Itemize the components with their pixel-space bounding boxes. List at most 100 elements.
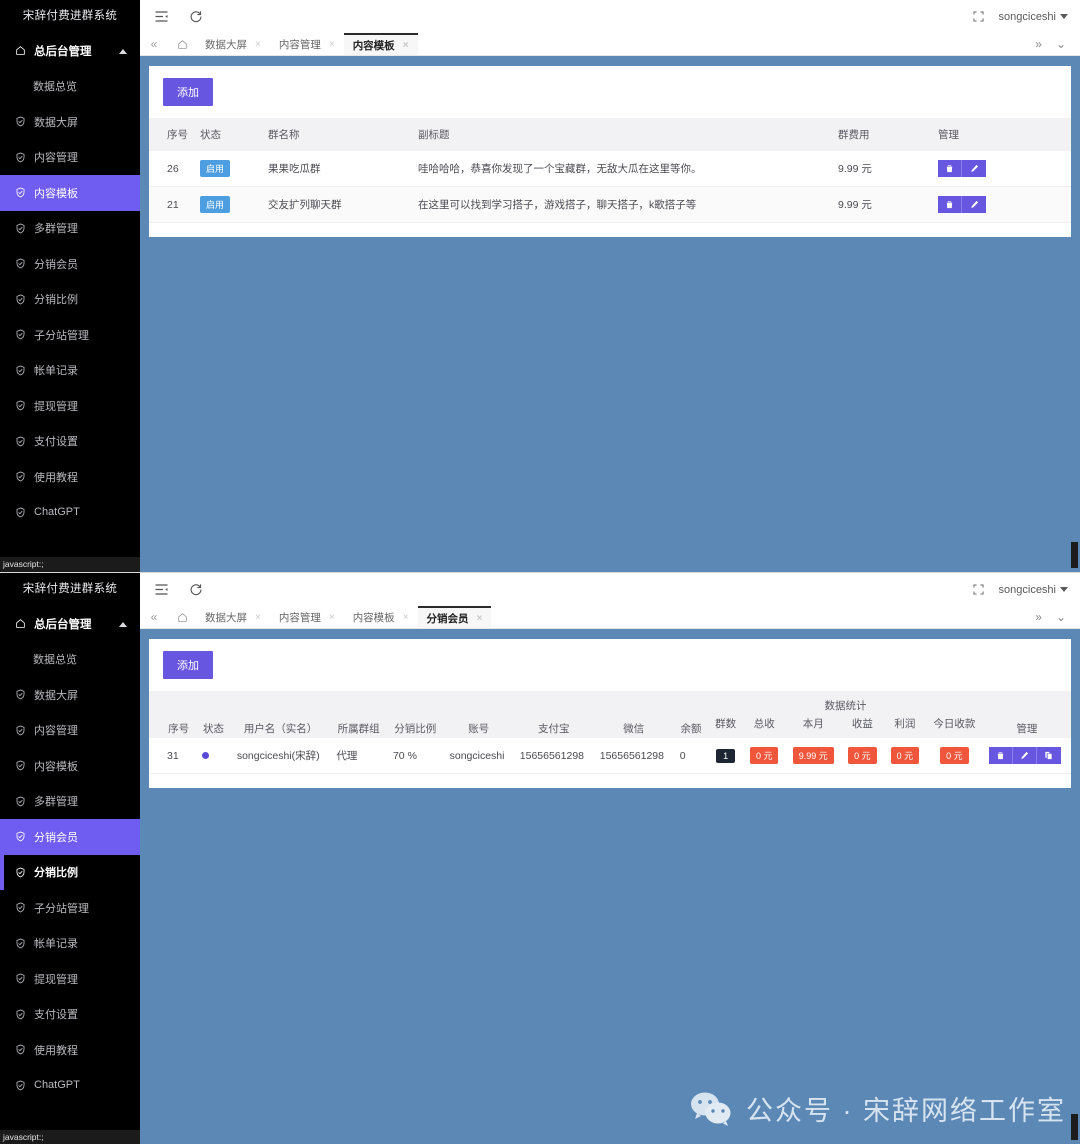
sidebar-item-7[interactable]: 分销比例: [0, 854, 140, 891]
column-header-5: 账号: [443, 691, 514, 738]
distribution-member-table: 序号 状态 用户名（实名） 所属群组 分销比例 账号 支付宝 微信 余额 数据统计 管理 群数 总收 本月…: [149, 691, 1071, 774]
sidebar-item-3[interactable]: 内容管理: [0, 140, 140, 176]
sidebar-item-13[interactable]: ChatGPT: [0, 1068, 140, 1104]
tab-2[interactable]: 内容模板 ×: [343, 606, 418, 628]
sidebar-item-2[interactable]: 数据大屏: [0, 104, 140, 140]
delete-icon[interactable]: [938, 160, 962, 177]
sidebar-item-2[interactable]: 数据大屏: [0, 677, 140, 713]
sidebar-item-8[interactable]: 子分站管理: [0, 317, 140, 353]
tab-close-icon[interactable]: ×: [329, 612, 335, 623]
menu-collapse-icon[interactable]: [154, 582, 169, 597]
refresh-icon[interactable]: [189, 583, 203, 597]
sidebar-item-0[interactable]: 总后台管理: [0, 33, 140, 69]
sidebar-item-3[interactable]: 内容管理: [0, 713, 140, 749]
edit-icon[interactable]: [962, 196, 986, 213]
column-group-header-stats: 数据统计: [708, 691, 983, 715]
browser-status-bar: javascript:;: [0, 557, 140, 572]
tab-close-icon[interactable]: ×: [255, 612, 261, 623]
sidebar-item-11[interactable]: 支付设置: [0, 997, 140, 1033]
scrollbar-thumb-1[interactable]: [1071, 542, 1078, 568]
home-outline-icon[interactable]: [168, 606, 196, 628]
table-row: 26 启用 果果吃瓜群 哇哈哈哈，恭喜你发现了一个宝藏群，无敌大瓜在这里等你。 9.99…: [149, 151, 1071, 187]
sidebar-item-label: 多群管理: [34, 796, 78, 809]
sidebar-item-1[interactable]: 数据总览: [0, 642, 140, 678]
user-menu-2[interactable]: songciceshi: [999, 584, 1068, 596]
sidebar-item-10[interactable]: 提现管理: [0, 388, 140, 424]
app-brand-title-2: 宋辞付费进群系统: [22, 583, 118, 595]
tab-1[interactable]: 内容管理 ×: [269, 606, 344, 628]
table-row: 31 songciceshi(宋辞) 代理 70 % songciceshi 156565…: [149, 738, 1071, 774]
sidebar-item-label: 支付设置: [34, 1009, 78, 1022]
delete-icon[interactable]: [938, 196, 962, 213]
sidebar-item-label: 提现管理: [34, 400, 78, 413]
sidebar-item-9[interactable]: 帐单记录: [0, 926, 140, 962]
sidebar-item-10[interactable]: 提现管理: [0, 961, 140, 997]
distribution-member-card: 添加 序号 状态 用户名（实名） 所属群组 分销比例 账号 支付宝 微信 余额 数据统计 管理 群数总…: [149, 639, 1071, 788]
sidebar-item-4[interactable]: 内容模板: [0, 175, 140, 211]
sidebar-item-label: 帐单记录: [34, 938, 78, 951]
chevron-double-right-icon[interactable]: »: [1035, 610, 1042, 624]
sidebar-item-5[interactable]: 多群管理: [0, 784, 140, 820]
sidebar-item-6[interactable]: 分销会员: [0, 819, 140, 855]
sidebar-item-0[interactable]: 总后台管理: [0, 606, 140, 642]
chevron-double-left-icon[interactable]: «: [140, 606, 168, 628]
tab-close-icon[interactable]: ×: [255, 39, 261, 50]
fullscreen-icon[interactable]: [972, 583, 985, 596]
sidebar-item-9[interactable]: 帐单记录: [0, 353, 140, 389]
edit-icon[interactable]: [962, 160, 986, 177]
tab-2[interactable]: 内容模板 ×: [343, 33, 418, 55]
home-outline-icon[interactable]: [168, 33, 196, 55]
cell-7: 15656561298: [593, 738, 674, 774]
tab-3[interactable]: 分销会员 ×: [417, 606, 492, 628]
column-header-5: 管理: [932, 118, 1071, 151]
sidebar-item-11[interactable]: 支付设置: [0, 424, 140, 460]
tab-close-icon[interactable]: ×: [403, 612, 409, 623]
refresh-icon[interactable]: [189, 10, 203, 24]
row-action-group: [938, 196, 986, 213]
content-area-1: 添加 序号 状态 群名称 副标题 群费用 管理 26 启用 果果吃瓜群 哇哈哈哈，恭喜你发现了一…: [140, 57, 1080, 572]
sidebar-item-13[interactable]: ChatGPT: [0, 495, 140, 531]
sidebar-item-8[interactable]: 子分站管理: [0, 890, 140, 926]
card-toolbar-1: 添加: [149, 78, 1071, 118]
chevron-down-icon[interactable]: ⌄: [1056, 37, 1066, 51]
cell-0: 31: [149, 738, 197, 774]
sidebar-item-4[interactable]: 内容模板: [0, 748, 140, 784]
sidebar-item-1[interactable]: 数据总览: [0, 69, 140, 105]
add-button[interactable]: 添加: [163, 651, 213, 679]
card-toolbar-2: 添加: [149, 651, 1071, 691]
column-header-2: 用户名（实名）: [230, 691, 331, 738]
add-button[interactable]: 添加: [163, 78, 213, 106]
stat-column-header-3: 收益: [841, 715, 884, 738]
chevron-down-icon: [1060, 14, 1068, 19]
stat-cell-2: 9.99 元: [785, 738, 842, 774]
cell-4: 70 %: [386, 738, 444, 774]
sidebar-item-label: 内容模板: [34, 760, 78, 773]
fullscreen-icon[interactable]: [972, 10, 985, 23]
tab-close-icon[interactable]: ×: [477, 613, 483, 624]
tab-close-icon[interactable]: ×: [403, 40, 409, 51]
check-shield-icon: [14, 830, 27, 843]
row-action-group: [988, 747, 1061, 764]
tab-1[interactable]: 内容管理 ×: [269, 33, 344, 55]
sidebar-item-6[interactable]: 分销会员: [0, 246, 140, 282]
sidebar-item-5[interactable]: 多群管理: [0, 211, 140, 247]
wechat-icon: [690, 1092, 732, 1126]
copy-icon[interactable]: [1036, 747, 1061, 764]
cell-manage: [982, 738, 1071, 774]
tab-0[interactable]: 数据大屏 ×: [196, 33, 270, 55]
user-menu-1[interactable]: songciceshi: [999, 11, 1068, 23]
tab-close-icon[interactable]: ×: [329, 39, 335, 50]
sidebar-item-12[interactable]: 使用教程: [0, 1032, 140, 1068]
chevron-down-icon[interactable]: ⌄: [1056, 610, 1066, 624]
check-shield-icon: [14, 435, 27, 448]
sidebar-item-12[interactable]: 使用教程: [0, 459, 140, 495]
edit-icon[interactable]: [1012, 747, 1037, 764]
cell-1: 启用: [194, 186, 262, 223]
scrollbar-thumb-2[interactable]: [1071, 1114, 1078, 1140]
tab-0[interactable]: 数据大屏 ×: [196, 606, 270, 628]
delete-icon[interactable]: [988, 747, 1013, 764]
sidebar-item-7[interactable]: 分销比例: [0, 282, 140, 318]
menu-collapse-icon[interactable]: [154, 9, 169, 24]
chevron-double-left-icon[interactable]: «: [140, 33, 168, 55]
chevron-double-right-icon[interactable]: »: [1035, 37, 1042, 51]
